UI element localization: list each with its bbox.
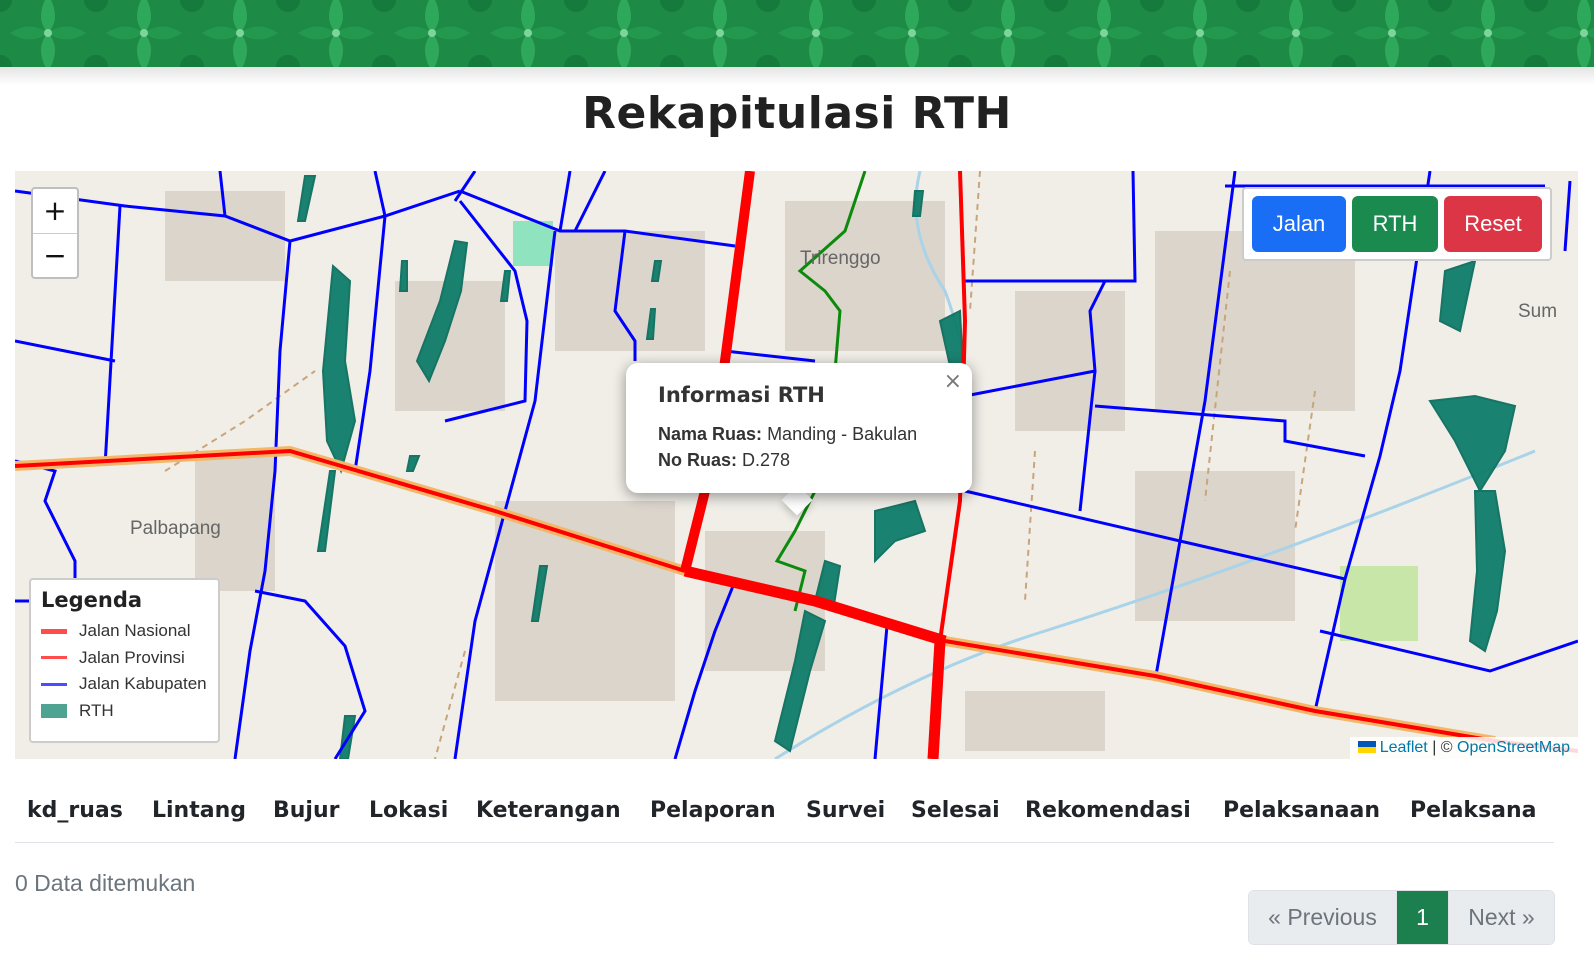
- openstreetmap-link[interactable]: OpenStreetMap: [1457, 739, 1570, 756]
- popup-key: No Ruas:: [658, 450, 738, 470]
- layer-control: Jalan RTH Reset: [1242, 187, 1552, 261]
- previous-page-button[interactable]: « Previous: [1249, 891, 1397, 944]
- column-kd-ruas[interactable]: kd_ruas: [27, 798, 123, 823]
- legend-item-rth: RTH: [41, 698, 208, 725]
- zoom-out-button[interactable]: −: [33, 233, 77, 277]
- map-attribution: Leaflet | © OpenStreetMap: [1349, 737, 1578, 759]
- header-banner: [0, 0, 1594, 67]
- popup-title: Informasi RTH: [658, 383, 825, 407]
- legend-label: Jalan Kabupaten: [79, 674, 207, 694]
- column-pelaporan[interactable]: Pelaporan: [650, 798, 776, 823]
- map-label-palbapang: Palbapang: [130, 518, 221, 539]
- popup-value: D.278: [742, 450, 791, 470]
- legend-label: RTH: [79, 700, 114, 720]
- column-rekomendasi[interactable]: Rekomendasi: [1025, 798, 1191, 823]
- column-lintang[interactable]: Lintang: [152, 798, 246, 823]
- map-label-sum: Sum: [1518, 301, 1557, 322]
- legend-item-jalan-nasional: Jalan Nasional: [41, 618, 208, 645]
- data-count-text: 0 Data ditemukan: [15, 870, 196, 896]
- ukraine-flag-icon: [1357, 741, 1376, 753]
- zoom-control: + −: [31, 187, 79, 279]
- popup-row-nama-ruas: Nama Ruas: Manding - Bakulan: [658, 421, 940, 447]
- popup-row-no-ruas: No Ruas: D.278: [658, 447, 940, 473]
- column-survei[interactable]: Survei: [806, 798, 885, 823]
- legend-item-jalan-provinsi: Jalan Provinsi: [41, 645, 208, 672]
- pagination: « Previous 1 Next »: [1248, 890, 1555, 945]
- info-popup: × Informasi RTH Nama Ruas: Manding - Bak…: [626, 363, 972, 493]
- map-label-trirenggo: Trirenggo: [800, 248, 881, 269]
- rth-layer-button[interactable]: RTH: [1352, 196, 1438, 252]
- popup-key: Nama Ruas:: [658, 424, 763, 444]
- legend-line-blue-icon: [41, 682, 67, 686]
- leaflet-link[interactable]: Leaflet: [1380, 739, 1428, 756]
- zoom-in-button[interactable]: +: [33, 189, 77, 233]
- popup-value: Manding - Bakulan: [767, 424, 918, 444]
- column-pelaksanaan[interactable]: Pelaksanaan: [1223, 798, 1380, 823]
- table-header: kd_ruas Lintang Bujur Lokasi Keterangan …: [15, 790, 1554, 843]
- reset-button[interactable]: Reset: [1444, 196, 1542, 252]
- column-keterangan[interactable]: Keterangan: [476, 798, 621, 823]
- attribution-separator: | ©: [1432, 739, 1453, 756]
- next-page-button[interactable]: Next »: [1448, 891, 1554, 944]
- column-pelaksana[interactable]: Pelaksana: [1410, 798, 1537, 823]
- popup-close-button[interactable]: ×: [944, 369, 962, 394]
- legend-label: Jalan Nasional: [79, 621, 191, 641]
- column-lokasi[interactable]: Lokasi: [369, 798, 448, 823]
- legend-line-red-icon: [41, 656, 67, 660]
- column-selesai[interactable]: Selesai: [911, 798, 1000, 823]
- page-title: Rekapitulasi RTH: [582, 88, 1012, 139]
- legend-area-green-icon: [41, 703, 67, 718]
- legend-label: Jalan Provinsi: [79, 647, 185, 667]
- jalan-layer-button[interactable]: Jalan: [1252, 196, 1346, 252]
- page-1-button[interactable]: 1: [1397, 891, 1448, 944]
- legend-line-red-icon: [41, 628, 67, 634]
- map-legend: Legenda Jalan Nasional Jalan Provinsi Ja…: [29, 578, 220, 743]
- legend-item-jalan-kabupaten: Jalan Kabupaten: [41, 671, 208, 698]
- legend-title: Legenda: [41, 588, 143, 612]
- map-container[interactable]: Trirenggo Palbapang Sum + − Jalan RTH Re…: [15, 171, 1578, 759]
- column-bujur[interactable]: Bujur: [273, 798, 339, 823]
- header-shadow: [0, 67, 1594, 85]
